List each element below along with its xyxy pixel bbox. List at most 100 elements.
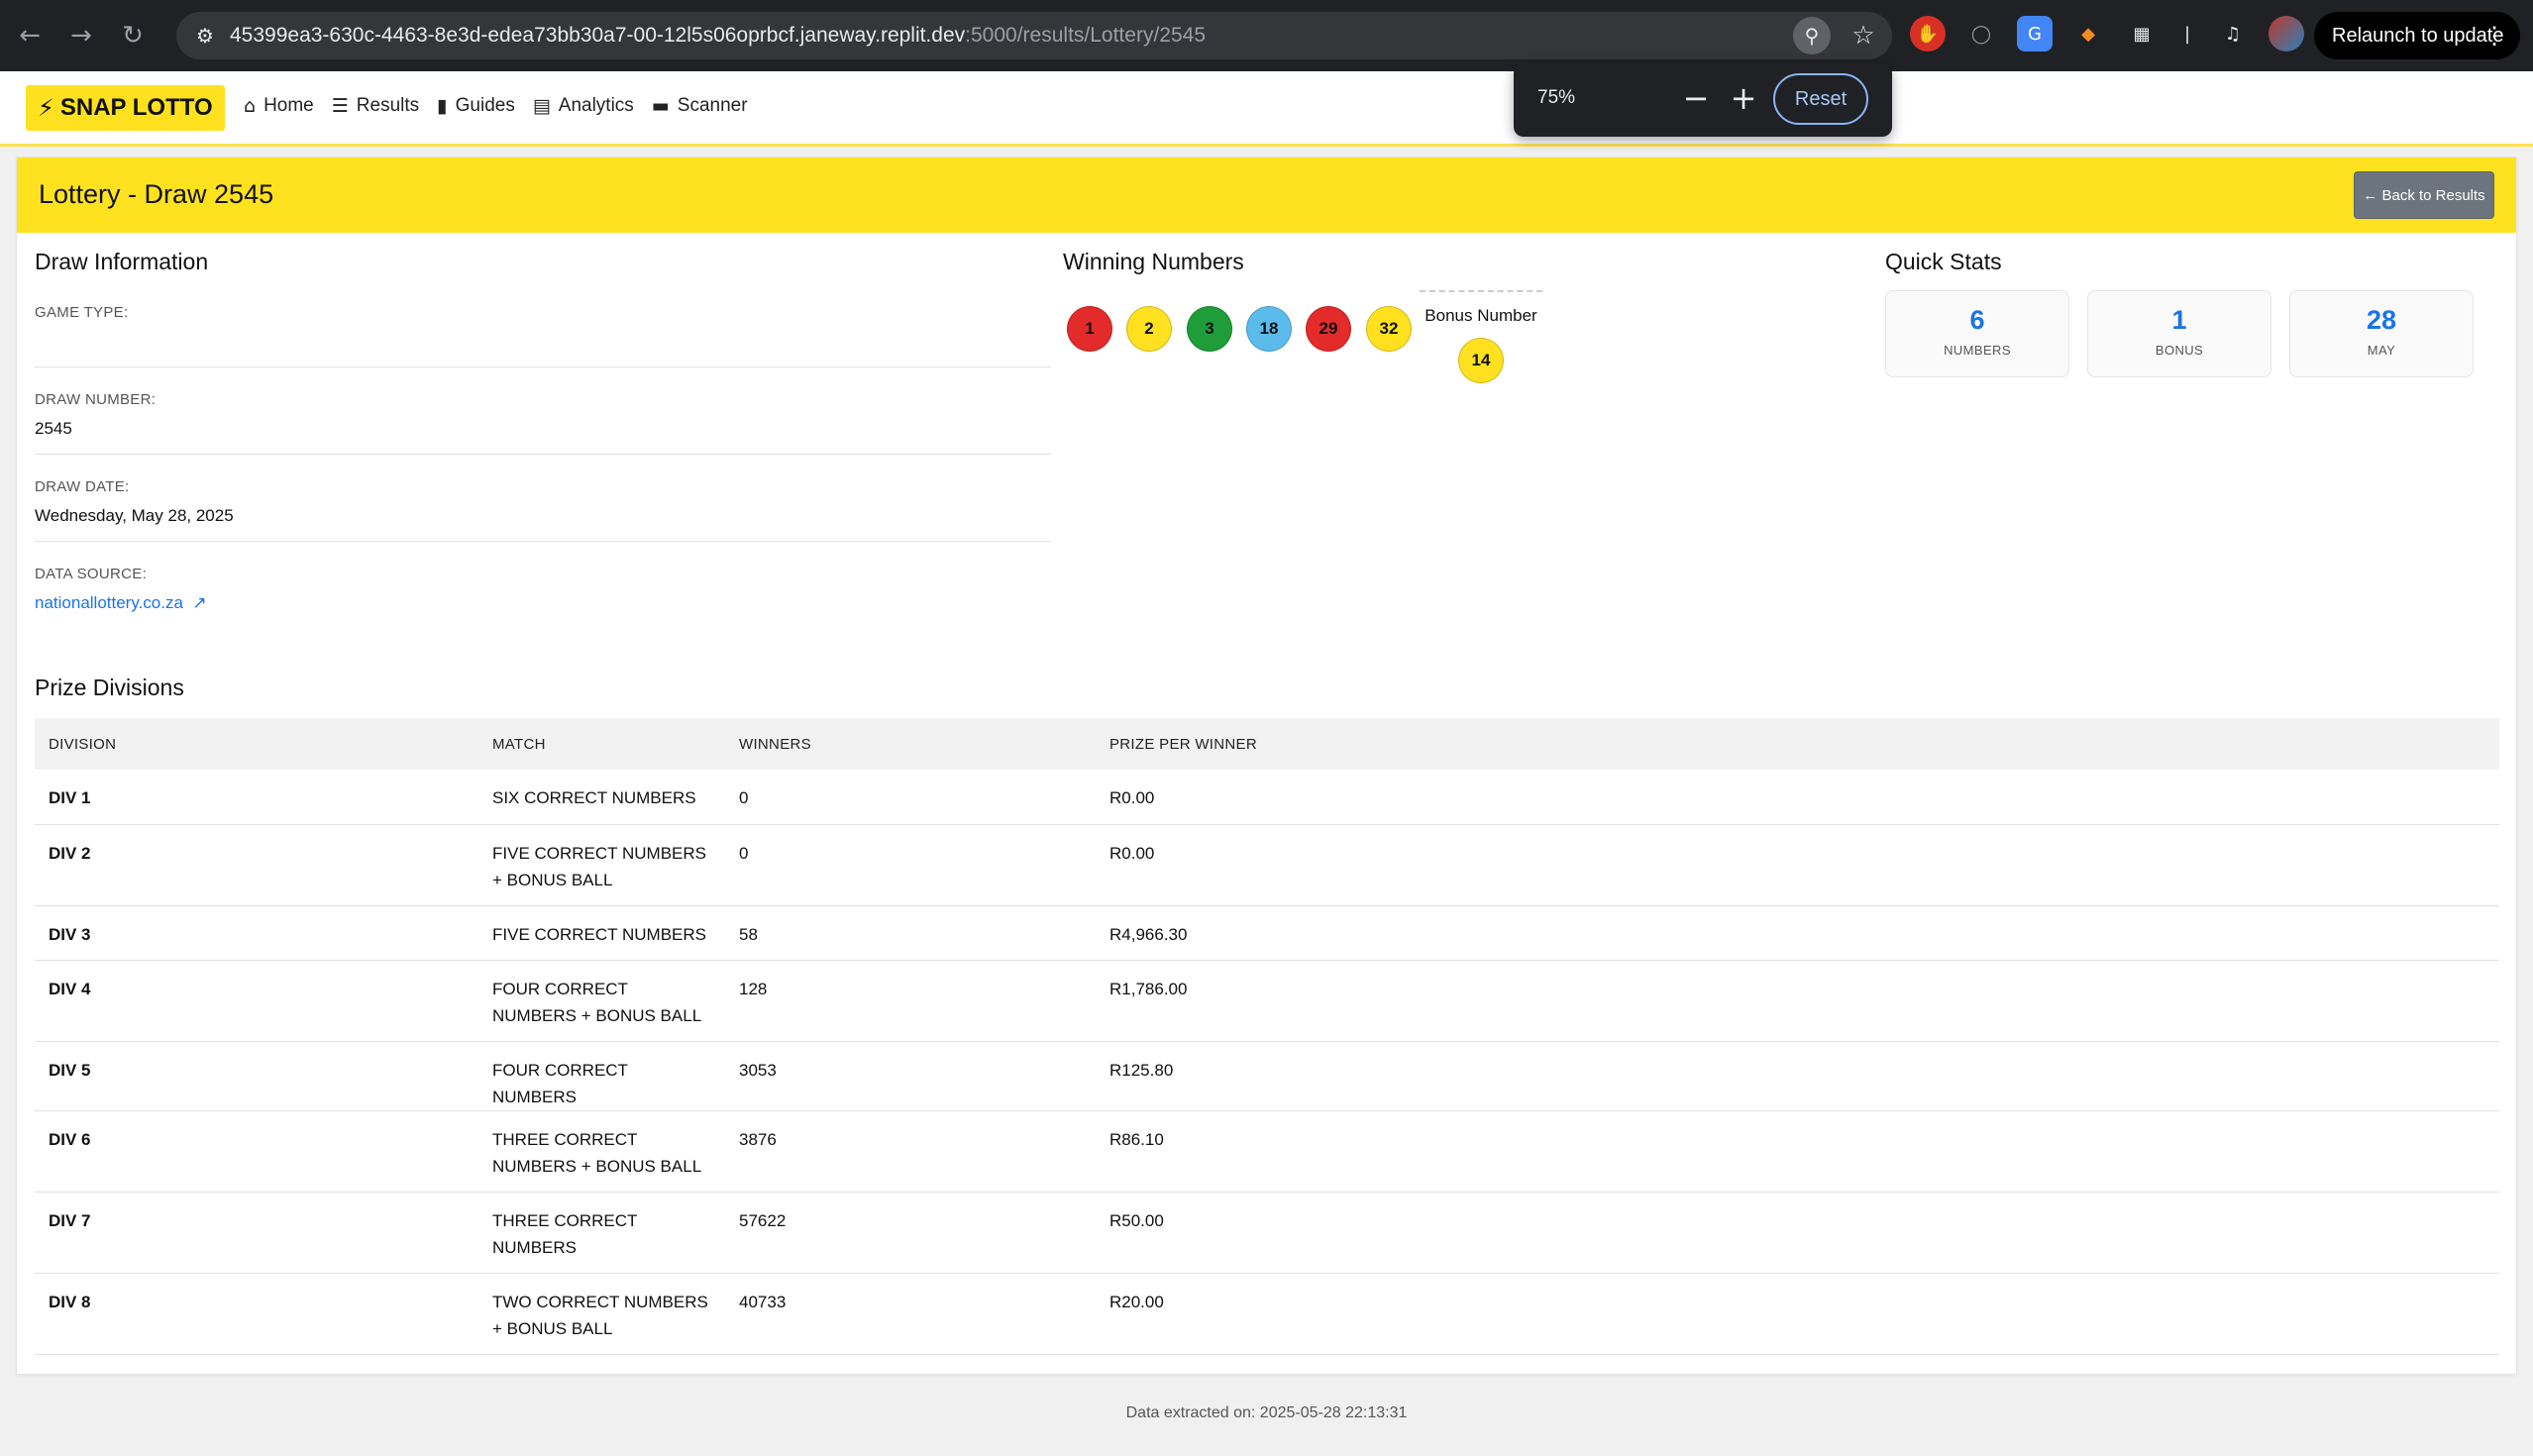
relaunch-button[interactable]: Relaunch to update ⋮ xyxy=(2314,12,2520,59)
table-row: DIV 3 FIVE CORRECT NUMBERS 58 R4,966.30 xyxy=(35,905,2499,961)
match-cell: SIX CORRECT NUMBERS xyxy=(478,770,725,825)
list-icon: ☰ xyxy=(331,95,349,117)
draw-info-title: Draw Information xyxy=(35,249,209,274)
back-to-results-button[interactable]: ← Back to Results xyxy=(2354,171,2494,219)
nav-home[interactable]: ⌂ Home xyxy=(244,95,314,117)
stat-label: NUMBERS xyxy=(1944,343,2011,358)
nav-results-label: Results xyxy=(356,95,420,116)
bonus-section: Bonus Number xyxy=(1420,290,1542,325)
book-icon: ▮ xyxy=(437,95,448,117)
nav-scanner[interactable]: ▬ Scanner xyxy=(652,95,748,117)
address-bar[interactable]: ⚙ 45399ea3-630c-4463-8e3d-edea73bb30a7-0… xyxy=(176,12,1892,59)
nav-guides[interactable]: ▮ Guides xyxy=(437,95,515,117)
stat-card-numbers: 6 NUMBERS xyxy=(1885,290,2069,377)
table-row: DIV 2 FIVE CORRECT NUMBERS + BONUS BALL … xyxy=(35,824,2499,906)
draw-card: Lottery - Draw 2545 ← Back to Results Dr… xyxy=(16,156,2517,1375)
data-source-link[interactable]: nationallottery.co.za ↗ xyxy=(35,593,207,613)
zoom-out-button[interactable]: − xyxy=(1676,79,1716,117)
nav-scanner-label: Scanner xyxy=(677,95,748,116)
ticket-icon: ▬ xyxy=(651,95,670,117)
browser-toolbar: ← → ↻ ⚙ 45399ea3-630c-4463-8e3d-edea73bb… xyxy=(0,0,2533,71)
nav-guides-label: Guides xyxy=(455,95,515,116)
stat-label: MAY xyxy=(2367,343,2396,358)
nav-analytics-label: Analytics xyxy=(558,95,634,116)
back-arrow-icon[interactable]: ← xyxy=(8,14,52,57)
zoom-reset-button[interactable]: Reset xyxy=(1773,73,1868,125)
home-icon: ⌂ xyxy=(244,95,257,117)
prize-cell: R0.00 xyxy=(1096,824,2499,906)
winners-cell: 0 xyxy=(725,770,1096,825)
bookmark-star-icon[interactable]: ☆ xyxy=(1845,17,1882,54)
match-cell: FOUR CORRECT NUMBERS xyxy=(478,1041,725,1111)
table-row: DIV 7 THREE CORRECT NUMBERS 57622 R50.00 xyxy=(35,1192,2499,1274)
translate-extension-icon[interactable]: G xyxy=(2017,16,2053,52)
division-cell: DIV 5 xyxy=(35,1041,478,1111)
zoom-popup: 75% − + Reset xyxy=(1514,63,1892,137)
profile-avatar[interactable] xyxy=(2269,16,2304,52)
bonus-ball: 14 xyxy=(1458,338,1504,383)
draw-number-value: 2545 xyxy=(35,419,72,438)
stat-value: 28 xyxy=(2366,305,2397,335)
winning-numbers-title: Winning Numbers xyxy=(1063,249,1244,274)
draw-date-value: Wednesday, May 28, 2025 xyxy=(35,506,234,525)
brand-name: SNAP LOTTO xyxy=(59,94,213,121)
nav-results[interactable]: ☰ Results xyxy=(332,95,419,117)
prize-cell: R125.80 xyxy=(1096,1041,2499,1111)
draw-number-label: DRAW NUMBER: xyxy=(35,391,157,408)
prize-cell: R20.00 xyxy=(1096,1273,2499,1355)
site-settings-icon[interactable]: ⚙ xyxy=(190,21,220,51)
more-vert-icon[interactable]: ⋮ xyxy=(2482,22,2506,51)
bolt-icon: ⚡ xyxy=(38,94,54,122)
reload-icon[interactable]: ↻ xyxy=(111,14,155,57)
winners-cell: 40733 xyxy=(725,1273,1096,1355)
prize-cell: R4,966.30 xyxy=(1096,905,2499,961)
division-cell: DIV 8 xyxy=(35,1273,478,1355)
col-header-prize: PRIZE PER WINNER xyxy=(1096,718,2499,770)
zoom-value: 75% xyxy=(1537,87,1576,108)
division-cell: DIV 3 xyxy=(35,905,478,961)
data-source-label: DATA SOURCE: xyxy=(35,566,148,582)
prize-cell: R1,786.00 xyxy=(1096,960,2499,1042)
url-text[interactable]: 45399ea3-630c-4463-8e3d-edea73bb30a7-00-… xyxy=(230,24,1206,48)
winners-cell: 128 xyxy=(725,960,1096,1042)
table-row: DIV 5 FOUR CORRECT NUMBERS 3053 R125.80 xyxy=(35,1041,2499,1111)
zoom-in-button[interactable]: + xyxy=(1724,79,1763,117)
adblock-extension-icon[interactable]: ✋ xyxy=(1910,16,1946,52)
winners-cell: 3053 xyxy=(725,1041,1096,1111)
url-host: 45399ea3-630c-4463-8e3d-edea73bb30a7-00-… xyxy=(230,24,966,47)
nav-analytics[interactable]: ▤ Analytics xyxy=(533,95,634,117)
divider xyxy=(35,454,1051,455)
stat-value: 1 xyxy=(2171,305,2187,335)
table-row: DIV 4 FOUR CORRECT NUMBERS + BONUS BALL … xyxy=(35,960,2499,1042)
chart-icon: ▤ xyxy=(532,95,551,117)
prize-cell: R0.00 xyxy=(1096,770,2499,825)
col-header-winners: WINNERS xyxy=(725,718,1096,770)
extension-icon[interactable]: ▦ xyxy=(2124,16,2160,52)
card-header: Lottery - Draw 2545 ← Back to Results xyxy=(17,157,2516,233)
fox-extension-icon[interactable]: ◆ xyxy=(2070,16,2106,52)
col-header-match: MATCH xyxy=(478,718,725,770)
match-cell: FIVE CORRECT NUMBERS xyxy=(478,905,725,961)
zoom-icon[interactable]: ⚲ xyxy=(1793,17,1831,54)
loading-extension-icon[interactable]: ◯ xyxy=(1963,16,1999,52)
match-cell: FIVE CORRECT NUMBERS + BONUS BALL xyxy=(478,824,725,906)
nav-home-label: Home xyxy=(264,95,314,116)
quick-stats-title: Quick Stats xyxy=(1885,249,2002,274)
stat-card-month: 28 MAY xyxy=(2289,290,2474,377)
match-cell: FOUR CORRECT NUMBERS + BONUS BALL xyxy=(478,960,725,1042)
stat-value: 6 xyxy=(1969,305,1985,335)
forward-arrow-icon[interactable]: → xyxy=(59,14,103,57)
url-path: :5000/results/Lottery/2545 xyxy=(965,24,1206,47)
app-navbar: ⚡ SNAP LOTTO ⌂ Home ☰ Results ▮ Guides ▤ Anal… xyxy=(0,71,2533,147)
external-link-icon: ↗ xyxy=(192,593,207,613)
winners-cell: 58 xyxy=(725,905,1096,961)
table-row: DIV 8 TWO CORRECT NUMBERS + BONUS BALL 4… xyxy=(35,1273,2499,1355)
divider xyxy=(35,541,1051,542)
media-icon[interactable]: ♫ xyxy=(2215,16,2251,52)
back-label: Back to Results xyxy=(2381,186,2485,204)
winners-cell: 0 xyxy=(725,824,1096,906)
prize-divisions-title: Prize Divisions xyxy=(35,675,184,700)
stat-label: BONUS xyxy=(2155,343,2204,358)
brand-logo[interactable]: ⚡ SNAP LOTTO xyxy=(26,85,225,131)
back-arrow-icon: ← xyxy=(2363,186,2382,204)
